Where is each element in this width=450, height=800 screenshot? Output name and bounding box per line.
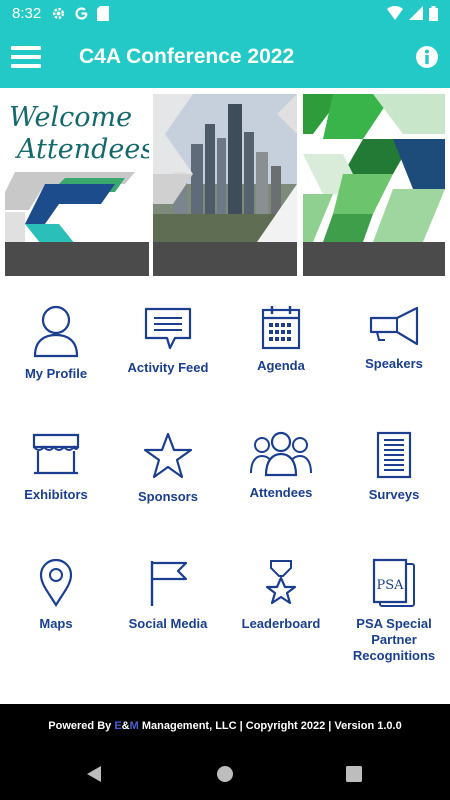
footer-brand-amp: & <box>121 720 130 732</box>
sd-card-icon <box>97 5 110 21</box>
tile-label: Activity Feed <box>127 360 209 375</box>
hamburger-menu-icon <box>11 46 41 68</box>
tile-label: Surveys <box>368 487 420 502</box>
settings-gear-icon <box>53 7 65 19</box>
banner-panel-welcome: Welcome Attendees <box>5 94 149 276</box>
status-bar: 8:32 <box>0 0 450 26</box>
app-title: C4A Conference 2022 <box>79 45 295 68</box>
welcome-banner: Welcome Attendees <box>0 88 450 280</box>
tile-label: Maps <box>39 616 73 631</box>
tile-social-media[interactable]: Social Media <box>112 542 224 669</box>
menu-button[interactable] <box>0 26 52 88</box>
welcome-line1: Welcome <box>9 102 133 133</box>
tile-exhibitors[interactable]: Exhibitors <box>0 415 112 542</box>
home-icon[interactable] <box>216 765 234 783</box>
banner-panel-geometric <box>303 94 445 276</box>
map-pin-icon <box>39 558 73 608</box>
welcome-text: Welcome Attendees <box>9 102 149 166</box>
info-button[interactable] <box>415 45 439 69</box>
footer-brand-e: E <box>114 720 122 732</box>
tile-speakers[interactable]: Speakers <box>338 288 450 415</box>
tile-maps[interactable]: Maps <box>0 542 112 669</box>
banner-dark-strip-3 <box>303 242 445 276</box>
tile-label: My Profile <box>24 366 88 381</box>
tile-label: Attendees <box>249 485 313 500</box>
tile-label: Social Media <box>128 616 208 631</box>
megaphone-icon <box>369 306 419 346</box>
banner-dark-strip-1 <box>5 242 149 276</box>
document-list-icon <box>376 431 412 479</box>
psa-folder-icon: PSA <box>372 558 415 607</box>
tile-attendees[interactable]: Attendees <box>225 415 337 542</box>
tile-leaderboard[interactable]: Leaderboard <box>225 542 337 669</box>
tile-surveys[interactable]: Surveys <box>338 415 450 542</box>
footer-suffix: Management, LLC | Copyright 2022 | Versi… <box>138 720 402 732</box>
tile-label: Exhibitors <box>24 487 88 502</box>
tile-label: Speakers <box>365 356 423 371</box>
booth-awning-icon <box>32 433 80 475</box>
flag-icon <box>150 561 188 606</box>
info-icon <box>416 46 438 68</box>
medal-star-icon <box>265 560 297 605</box>
chevron-graphic <box>5 172 135 244</box>
star-icon <box>143 432 193 479</box>
recents-icon[interactable] <box>346 766 362 782</box>
tile-my-profile[interactable]: My Profile <box>0 288 112 415</box>
tile-sponsors[interactable]: Sponsors <box>112 415 224 542</box>
main-menu-grid: My Profile Activity Feed Agenda Speakers… <box>0 288 450 704</box>
group-people-icon <box>250 431 312 477</box>
chat-bubble-icon <box>144 307 192 350</box>
tile-label: Leaderboard <box>241 616 321 631</box>
banner-dark-strip-2 <box>153 242 297 276</box>
footer-brand-m: M <box>129 720 139 732</box>
tile-label: Sponsors <box>138 489 198 504</box>
wifi-icon <box>387 6 403 20</box>
calendar-icon <box>261 306 301 350</box>
user-profile-icon <box>33 305 79 358</box>
footer: Powered By E & M Management, LLC | Copyr… <box>0 704 450 748</box>
signal-icon <box>409 6 423 20</box>
app-bar: C4A Conference 2022 <box>0 26 450 88</box>
welcome-line2: Attendees <box>17 134 149 165</box>
tile-agenda[interactable]: Agenda <box>225 288 337 415</box>
battery-icon <box>429 5 438 21</box>
system-navigation-bar <box>0 748 450 800</box>
tile-label: PSA Special Partner Recognitions <box>352 616 436 663</box>
status-system-icons <box>387 5 438 21</box>
tile-label: Agenda <box>257 358 305 373</box>
psa-icon-text: PSA <box>376 578 404 593</box>
footer-prefix: Powered By <box>48 720 115 732</box>
google-icon <box>75 6 88 20</box>
tile-psa-recognitions[interactable]: PSA PSA Special Partner Recognitions <box>338 542 450 669</box>
status-notification-icons <box>51 5 110 21</box>
geometric-green-graphic <box>303 94 445 242</box>
back-icon[interactable] <box>85 765 103 783</box>
banner-panel-city <box>153 94 297 276</box>
status-time: 8:32 <box>12 4 42 22</box>
tile-activity-feed[interactable]: Activity Feed <box>112 288 224 415</box>
city-skyline-graphic <box>153 94 297 242</box>
